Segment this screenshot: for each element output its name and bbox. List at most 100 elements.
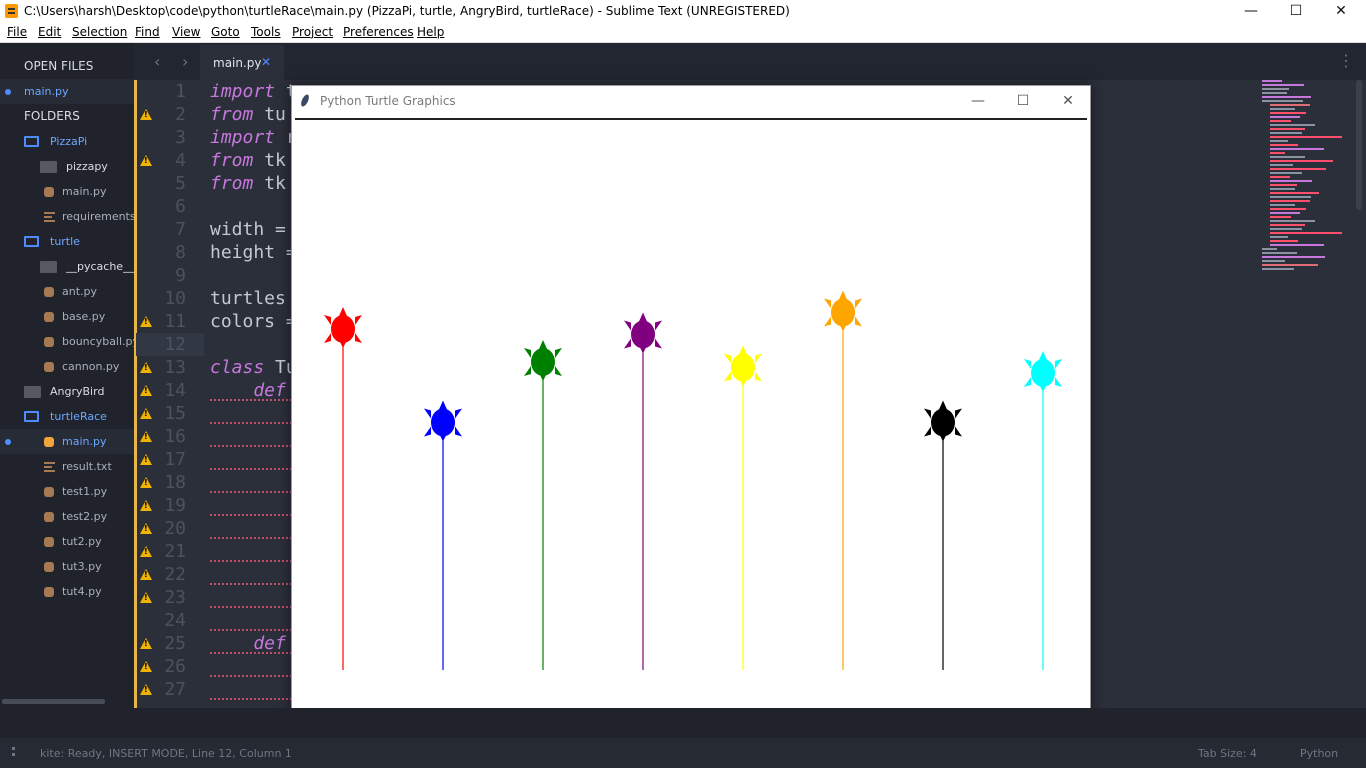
file-tut4-py[interactable]: tut4.py: [0, 579, 134, 604]
unsaved-dot-icon: [5, 89, 11, 95]
warning-icon[interactable]: [140, 523, 152, 534]
code-line: colors =: [210, 311, 297, 332]
python-file-icon: [44, 512, 54, 522]
warning-icon[interactable]: [140, 155, 152, 166]
file-base-py[interactable]: base.py: [0, 304, 134, 329]
close-button[interactable]: ✕: [1318, 0, 1364, 22]
minimap-line: [1262, 256, 1325, 258]
menu-help[interactable]: Help: [417, 25, 444, 39]
line-number: 4: [175, 150, 186, 171]
warning-icon[interactable]: [140, 362, 152, 373]
sublime-text-icon: [5, 4, 18, 18]
line-number: 20: [164, 518, 186, 539]
menu-tools[interactable]: Tools: [251, 25, 281, 39]
line-number: 19: [164, 495, 186, 516]
menu-selection[interactable]: Selection: [72, 25, 127, 39]
minimap-line: [1270, 236, 1288, 238]
warning-icon[interactable]: [140, 638, 152, 649]
folders-header: FOLDERS: [24, 109, 80, 123]
warning-icon[interactable]: [140, 408, 152, 419]
warning-icon[interactable]: [140, 316, 152, 327]
keyword: from: [210, 150, 254, 171]
nav-back-icon[interactable]: ‹: [154, 52, 160, 71]
warning-icon[interactable]: [140, 569, 152, 580]
folder-pizzapi[interactable]: PizzaPi: [0, 129, 134, 154]
syntax-indicator[interactable]: Python: [1300, 747, 1338, 760]
warning-icon[interactable]: [140, 500, 152, 511]
maximize-button[interactable]: ☐: [1273, 0, 1319, 22]
folder-icon: [40, 161, 57, 173]
warning-icon[interactable]: [140, 109, 152, 120]
folder-icon: [40, 261, 57, 273]
file-pizzapi-main-py[interactable]: main.py: [0, 179, 134, 204]
minimap-line: [1270, 140, 1288, 142]
file-bouncyball-py[interactable]: bouncyball.py: [0, 329, 134, 354]
warning-icon[interactable]: [140, 661, 152, 672]
tab-size-indicator[interactable]: Tab Size: 4: [1198, 747, 1257, 760]
editor-scrollbar[interactable]: [1356, 80, 1362, 210]
turtle-minimize-button[interactable]: —: [956, 89, 1000, 113]
minimap-line: [1262, 100, 1303, 102]
file-tut2-py[interactable]: tut2.py: [0, 529, 134, 554]
minimap-line: [1270, 244, 1324, 246]
python-file-icon: [44, 287, 54, 297]
folder-turtlerace[interactable]: turtleRace: [0, 404, 134, 429]
menu-view[interactable]: View: [172, 25, 200, 39]
panel-toggle-icon[interactable]: [12, 747, 22, 757]
minimap-line: [1270, 180, 1312, 182]
menu-edit[interactable]: Edit: [38, 25, 61, 39]
sidebar-scrollbar[interactable]: [2, 699, 105, 704]
minimap-line: [1270, 116, 1300, 118]
menu-preferences[interactable]: Preferences: [343, 25, 414, 39]
line-number: 11: [164, 311, 186, 332]
warning-icon[interactable]: [140, 592, 152, 603]
warning-icon[interactable]: [140, 684, 152, 695]
line-number: 13: [164, 357, 186, 378]
warning-icon[interactable]: [140, 454, 152, 465]
file-turtlerace-main-py[interactable]: main.py: [0, 429, 134, 454]
sidebar: OPEN FILES main.py FOLDERS PizzaPi pizza…: [0, 43, 134, 708]
code-text: tu: [253, 104, 286, 125]
minimap-line: [1270, 152, 1285, 154]
minimap[interactable]: [1262, 80, 1354, 285]
minimap-line: [1270, 204, 1295, 206]
file-tut3-py[interactable]: tut3.py: [0, 554, 134, 579]
minimap-line: [1262, 268, 1294, 270]
turtle-close-button[interactable]: ✕: [1046, 89, 1090, 113]
file-ant-py[interactable]: ant.py: [0, 279, 134, 304]
tab-close-icon[interactable]: ✕: [261, 55, 271, 69]
warning-icon[interactable]: [140, 385, 152, 396]
warning-icon[interactable]: [140, 477, 152, 488]
file-result-txt[interactable]: result.txt: [0, 454, 134, 479]
folder-pizzapy[interactable]: pizzapy: [0, 154, 134, 179]
folder-pycache[interactable]: __pycache__: [0, 254, 134, 279]
warning-icon[interactable]: [140, 546, 152, 557]
line-number: 18: [164, 472, 186, 493]
minimize-button[interactable]: —: [1228, 0, 1274, 22]
minimap-line: [1270, 144, 1298, 146]
code-text: width =: [210, 219, 286, 240]
turtle-maximize-button[interactable]: ☐: [1001, 89, 1045, 113]
file-test1-py[interactable]: test1.py: [0, 479, 134, 504]
line-number: 3: [175, 127, 186, 148]
lint-squiggle: [210, 512, 292, 516]
tab-main-py[interactable]: main.py ✕: [200, 45, 284, 80]
nav-forward-icon[interactable]: ›: [182, 52, 188, 71]
menu-goto[interactable]: Goto: [211, 25, 240, 39]
menu-file[interactable]: File: [7, 25, 27, 39]
line-number: 22: [164, 564, 186, 585]
window-title-bar: C:\Users\harsh\Desktop\code\python\turtl…: [0, 0, 1366, 22]
warning-icon[interactable]: [140, 431, 152, 442]
file-cannon-py[interactable]: cannon.py: [0, 354, 134, 379]
tab-overflow-menu-icon[interactable]: ⋮: [1338, 51, 1354, 70]
file-test2-py[interactable]: test2.py: [0, 504, 134, 529]
turtle-graphics-window: Python Turtle Graphics — ☐ ✕: [291, 85, 1091, 716]
line-number: 10: [164, 288, 186, 309]
folder-turtle[interactable]: turtle: [0, 229, 134, 254]
menu-project[interactable]: Project: [292, 25, 333, 39]
file-requirements-txt[interactable]: requirements.txt: [0, 204, 134, 229]
open-file-main-py[interactable]: main.py: [0, 79, 134, 104]
folder-angrybird[interactable]: AngryBird: [0, 379, 134, 404]
window-title: C:\Users\harsh\Desktop\code\python\turtl…: [24, 4, 790, 18]
menu-find[interactable]: Find: [135, 25, 160, 39]
